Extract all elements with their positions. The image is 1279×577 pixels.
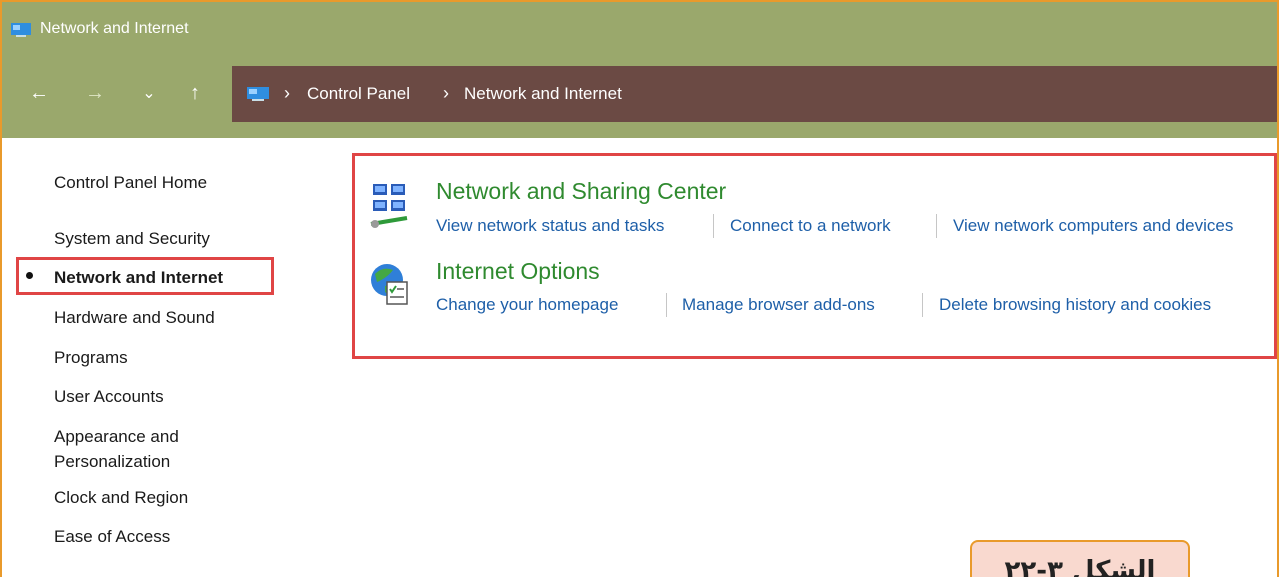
view-network-computers-link[interactable]: View network computers and devices [953,216,1233,236]
internet-options-link[interactable]: Internet Options [436,258,600,285]
link-separator [936,214,937,238]
breadcrumb-separator: › [443,83,449,103]
delete-browsing-history-link[interactable]: Delete browsing history and cookies [939,295,1211,315]
up-arrow-icon: ↑ [190,81,200,104]
back-arrow-icon: ← [29,81,49,104]
highlight-box [16,257,274,295]
title-bar: Network and Internet [2,2,1277,58]
forward-button[interactable]: → [80,78,110,108]
view-network-status-link[interactable]: View network status and tasks [436,216,664,236]
sidebar-item-user-accounts[interactable]: User Accounts [54,384,164,409]
sidebar-item-appearance-and-personalization[interactable]: Appearance and Personalization [54,424,179,474]
internet-options-icon [371,264,408,305]
chevron-down-icon: ⌄ [142,85,156,102]
breadcrumb-control-panel[interactable]: Control Panel [307,84,410,104]
connect-to-network-link[interactable]: Connect to a network [730,216,891,236]
sidebar-item-clock-and-region[interactable]: Clock and Region [54,485,188,510]
sidebar-item-label-line2: Personalization [54,452,171,471]
control-panel-icon [247,87,269,101]
back-button[interactable]: ← [24,78,54,108]
network-sharing-icon [370,184,408,228]
sidebar-item-hardware-and-sound[interactable]: Hardware and Sound [54,305,215,330]
address-bar[interactable]: › Control Panel › Network and Internet [232,66,1277,122]
sidebar-item-system-and-security[interactable]: System and Security [54,226,210,251]
up-button[interactable]: ↑ [180,78,210,108]
figure-caption-text: الشكل ٣-٢٢ [1004,556,1156,577]
content-area: Control Panel Home System and Security N… [2,138,1277,577]
figure-caption: الشكل ٣-٢٢ [970,540,1190,577]
breadcrumb-network-and-internet[interactable]: Network and Internet [464,84,622,104]
link-separator [713,214,714,238]
network-sharing-center-link[interactable]: Network and Sharing Center [436,178,726,205]
link-separator [922,293,923,317]
sidebar-item-control-panel-home[interactable]: Control Panel Home [54,170,207,195]
sidebar-item-programs[interactable]: Programs [54,345,128,370]
sidebar-item-ease-of-access[interactable]: Ease of Access [54,524,170,549]
window-title: Network and Internet [40,20,189,37]
control-panel-icon [11,23,31,37]
link-separator [666,293,667,317]
change-homepage-link[interactable]: Change your homepage [436,295,618,315]
breadcrumb-separator: › [284,83,290,103]
recent-locations-button[interactable]: ⌄ [134,78,164,108]
navigation-bar: ← → ⌄ ↑ › Control Panel › Network and In… [2,58,1277,138]
manage-add-ons-link[interactable]: Manage browser add-ons [682,295,875,315]
forward-arrow-icon: → [85,81,105,104]
sidebar-item-label-line1: Appearance and [54,427,179,446]
